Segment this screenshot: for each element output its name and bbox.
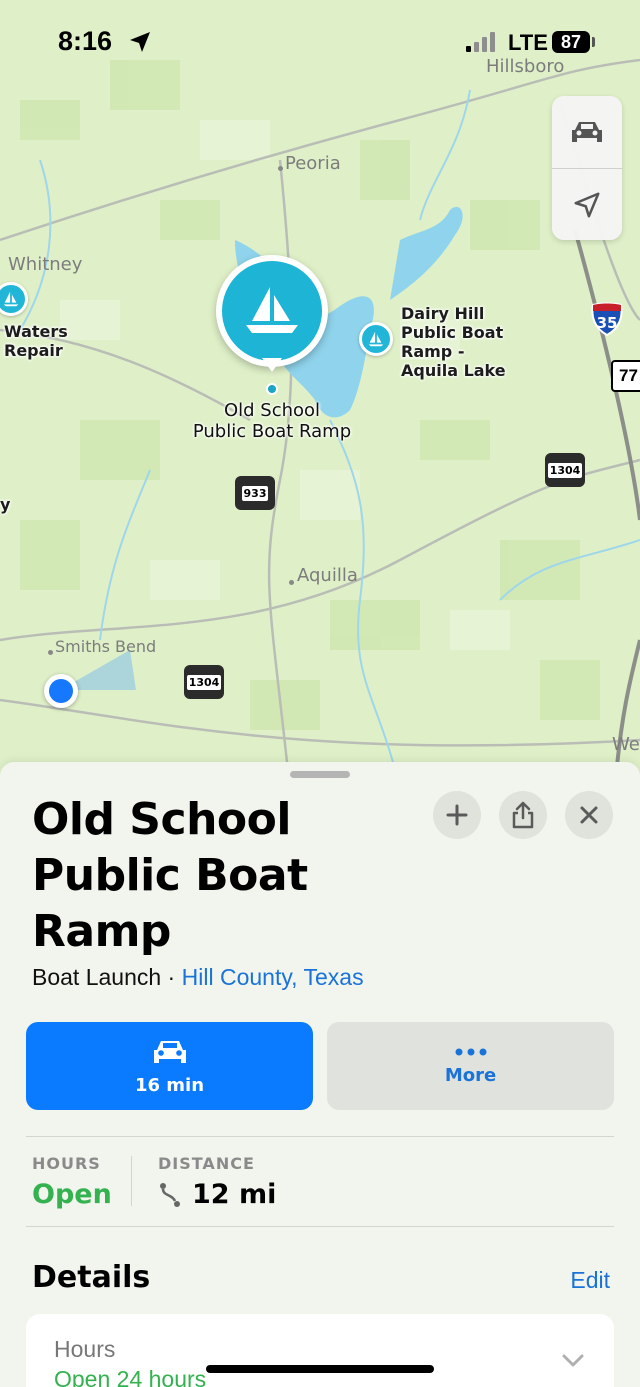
hours-heading: HOURS (32, 1154, 101, 1173)
current-location-button[interactable] (552, 168, 622, 240)
farm-road-number: 933 (241, 485, 269, 501)
pin-tail (262, 358, 282, 372)
battery-icon: 87 (552, 31, 590, 53)
hours-card[interactable]: Hours Open 24 hours (26, 1314, 614, 1387)
divider (26, 1136, 614, 1137)
share-icon (512, 801, 534, 829)
location-arrow-icon (574, 192, 600, 217)
farm-road-number: 1304 (547, 462, 583, 478)
cellular-signal-icon (466, 32, 502, 57)
more-button[interactable]: More (327, 1022, 614, 1110)
status-time: 8:16 (58, 26, 113, 56)
share-button[interactable] (499, 791, 547, 839)
hours-summary[interactable]: HOURS Open (32, 1154, 112, 1210)
plus-icon (446, 804, 468, 826)
distance-value: 12 mi (192, 1179, 277, 1210)
place-location-link[interactable]: Hill County, Texas (182, 964, 364, 990)
hours-status: Open (32, 1179, 112, 1210)
close-icon (580, 806, 598, 824)
town-whitney[interactable]: Whitney (8, 254, 82, 275)
poi-dairy-hill-label[interactable]: Dairy Hill Public Boat Ramp - Aquila Lak… (401, 304, 506, 380)
distance-summary: DISTANCE 12 mi (158, 1154, 276, 1210)
info-separator (131, 1156, 132, 1206)
distance-row: 12 mi (158, 1179, 276, 1210)
map-partial-label: y (0, 495, 11, 514)
directions-button[interactable]: 16 min (26, 1022, 313, 1110)
ellipsis-icon (455, 1048, 486, 1055)
more-label: More (444, 1064, 497, 1086)
route-icon (160, 1182, 180, 1207)
poi-waters-repair-label[interactable]: Waters Repair (4, 322, 68, 360)
place-title: Old School Public Boat Ramp (32, 794, 308, 957)
distance-heading: DISTANCE (158, 1154, 255, 1173)
poi-dairy-hill-marker[interactable] (359, 322, 393, 356)
network-type: LTE (508, 30, 548, 55)
user-location-dot[interactable] (44, 674, 78, 708)
hours-card-label: Hours (54, 1336, 116, 1362)
status-bar: 8:16 LTE 87 (0, 0, 640, 86)
directions-time: 16 min (134, 1074, 205, 1096)
divider (26, 1226, 614, 1227)
farm-road-shield: 933 (235, 476, 275, 510)
details-heading: Details (32, 1260, 151, 1295)
pin-anchor-dot (266, 383, 278, 395)
town-peoria[interactable]: Peoria (285, 153, 341, 174)
home-indicator[interactable] (206, 1365, 434, 1373)
subtitle-separator: · (161, 964, 182, 990)
farm-road-number: 1304 (186, 674, 222, 690)
close-button[interactable] (565, 791, 613, 839)
place-card-sheet: Old School Public Boat Ramp Boat Launch … (0, 762, 640, 1387)
sailboat-icon (246, 287, 298, 333)
farm-road-shield: 1304 (545, 453, 585, 487)
map-controls (552, 96, 622, 240)
town-aquilla[interactable]: Aquilla (297, 565, 358, 586)
town-dot (48, 650, 53, 655)
interstate-shield: 35 (590, 302, 624, 337)
selected-pin-label[interactable]: Old School Public Boat Ramp (176, 400, 368, 442)
town-west[interactable]: We (612, 734, 640, 755)
sheet-grabber[interactable] (290, 771, 350, 778)
location-arrow-icon (128, 30, 152, 59)
us-highway-shield: 77 (611, 360, 640, 392)
sailboat-icon (3, 291, 19, 307)
hours-card-value: Open 24 hours (54, 1366, 207, 1387)
map-view[interactable]: 8:16 LTE 87 Hillsboro Peoria Whitney Aqu… (0, 0, 640, 790)
add-button[interactable] (433, 791, 481, 839)
car-icon (572, 122, 602, 142)
place-category: Boat Launch (32, 964, 162, 990)
battery-nub (592, 37, 595, 47)
town-dot (278, 166, 283, 171)
selected-place-pin[interactable] (216, 255, 328, 367)
town-dot (289, 580, 294, 585)
sailboat-icon (368, 331, 384, 347)
edit-button[interactable]: Edit (570, 1267, 610, 1294)
chevron-down-icon (562, 1354, 584, 1367)
map-mode-button[interactable] (552, 96, 622, 168)
interstate-number: 35 (597, 314, 618, 332)
place-subtitle: Boat Launch · Hill County, Texas (32, 964, 364, 991)
farm-road-shield: 1304 (184, 665, 224, 699)
car-icon (153, 1040, 186, 1063)
